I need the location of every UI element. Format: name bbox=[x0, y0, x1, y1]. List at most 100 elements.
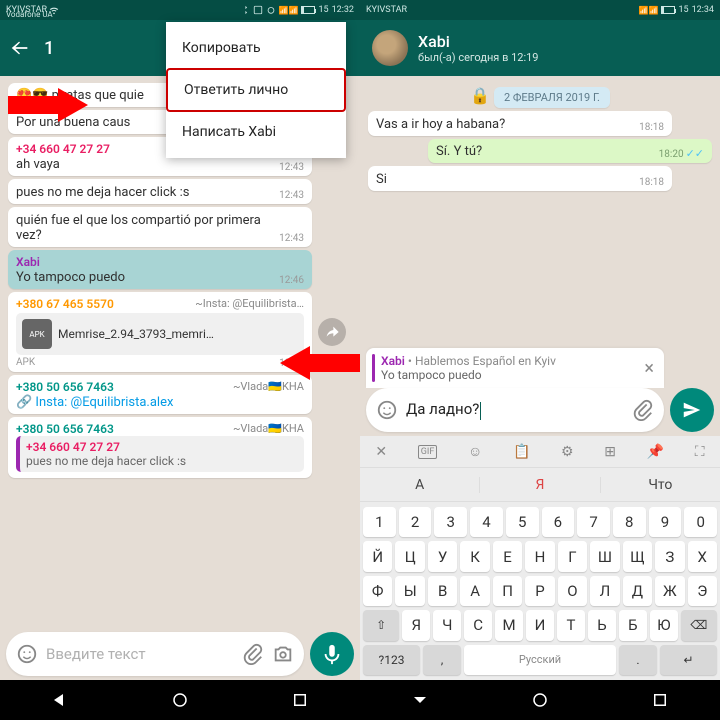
kb-close-icon[interactable]: ✕ bbox=[375, 444, 387, 460]
key[interactable]: Ч bbox=[433, 610, 461, 640]
message-bubble[interactable]: +380 50 656 7463~Vlada🇺🇦KHA +34 660 47 2… bbox=[8, 417, 312, 478]
key[interactable]: Ы bbox=[395, 576, 424, 606]
kb-sticker-icon[interactable]: ☺ bbox=[468, 443, 482, 460]
key[interactable]: 2 bbox=[399, 507, 432, 537]
key[interactable]: Т bbox=[557, 610, 585, 640]
key[interactable]: З bbox=[655, 541, 684, 571]
emoji-icon[interactable] bbox=[16, 643, 38, 665]
file-attachment[interactable]: APK Memrise_2.94_3793_memri… bbox=[16, 313, 304, 355]
chat-header[interactable]: Xabi был(-а) сегодня в 12:19 bbox=[360, 20, 720, 76]
message-bubble[interactable]: +380 67 465 5570~Insta: @Equilibrista… A… bbox=[8, 292, 312, 372]
message-input[interactable]: Да ладно? bbox=[366, 388, 664, 432]
key[interactable]: 7 bbox=[577, 507, 610, 537]
camera-icon[interactable] bbox=[272, 643, 294, 665]
key[interactable]: У bbox=[428, 541, 457, 571]
menu-reply-private[interactable]: Ответить лично bbox=[166, 68, 346, 112]
nav-back[interactable] bbox=[50, 690, 70, 710]
mic-button[interactable] bbox=[310, 632, 354, 676]
key[interactable]: 8 bbox=[613, 507, 646, 537]
key[interactable]: Й bbox=[363, 541, 392, 571]
key[interactable]: 3 bbox=[434, 507, 467, 537]
menu-write-to[interactable]: Написать Xabi bbox=[166, 112, 346, 152]
key[interactable]: С bbox=[464, 610, 492, 640]
backspace-key[interactable]: ⌫ bbox=[681, 610, 717, 640]
avatar[interactable] bbox=[372, 30, 408, 66]
key[interactable]: Ш bbox=[590, 541, 619, 571]
key[interactable]: Ь bbox=[588, 610, 616, 640]
message-bubble[interactable]: +380 50 656 7463~Vlada🇺🇦KHA 🔗 Insta: @Eq… bbox=[8, 375, 312, 414]
key[interactable]: Е bbox=[493, 541, 522, 571]
key[interactable]: Ю bbox=[650, 610, 678, 640]
period-key[interactable]: . bbox=[619, 645, 657, 675]
nav-home[interactable] bbox=[530, 690, 550, 710]
key[interactable]: 4 bbox=[470, 507, 503, 537]
key[interactable]: Н bbox=[525, 541, 554, 571]
suggestion[interactable]: Я bbox=[480, 477, 600, 493]
symbols-key[interactable]: ?123 bbox=[363, 645, 420, 675]
nav-home[interactable] bbox=[170, 690, 190, 710]
attach-icon[interactable] bbox=[632, 399, 654, 421]
forward-button[interactable] bbox=[318, 318, 346, 346]
send-button[interactable] bbox=[670, 388, 714, 432]
key[interactable]: К bbox=[460, 541, 489, 571]
key[interactable]: Э bbox=[688, 576, 717, 606]
key[interactable]: В bbox=[428, 576, 457, 606]
key[interactable]: Д bbox=[623, 576, 652, 606]
message-bubble[interactable]: Si 18:18 bbox=[368, 166, 672, 191]
comma-key[interactable]: , bbox=[423, 645, 461, 675]
key[interactable]: О bbox=[558, 576, 587, 606]
kb-pin-icon[interactable]: 📌 bbox=[647, 444, 664, 460]
key[interactable]: Я bbox=[402, 610, 430, 640]
message-sender: Xabi bbox=[16, 255, 304, 269]
kb-expand-icon[interactable]: ⛶ bbox=[695, 444, 705, 460]
key[interactable]: Р bbox=[525, 576, 554, 606]
key[interactable]: 9 bbox=[649, 507, 682, 537]
kb-gif-icon[interactable]: GIF bbox=[418, 445, 438, 459]
message-input[interactable]: Введите текст bbox=[6, 632, 304, 676]
key[interactable]: 0 bbox=[684, 507, 717, 537]
nav-recent[interactable] bbox=[650, 690, 670, 710]
key[interactable]: И bbox=[526, 610, 554, 640]
key[interactable]: Ц bbox=[395, 541, 424, 571]
message-bubble[interactable]: Vas a ir hoy a habana? 18:18 bbox=[368, 111, 672, 136]
message-bubble[interactable]: quién fue el que los compartió por prime… bbox=[8, 207, 312, 247]
message-tag: ~Vlada🇺🇦KHA bbox=[233, 422, 304, 436]
shift-key[interactable]: ⇧ bbox=[363, 610, 399, 640]
message-time: 12:46 bbox=[279, 275, 304, 286]
key[interactable]: Щ bbox=[623, 541, 652, 571]
key[interactable]: 1 bbox=[363, 507, 396, 537]
message-bubble[interactable]: pues no me deja hacer click :s 12:43 bbox=[8, 179, 312, 204]
chat-area[interactable]: 🔒 2 ФЕВРАЛЯ 2019 Г. Vas a ir hoy a haban… bbox=[360, 76, 720, 336]
message-sender: +380 50 656 7463 bbox=[16, 422, 114, 436]
kb-clipboard-icon[interactable]: 📋 bbox=[513, 444, 530, 460]
date-chip: 🔒 2 ФЕВРАЛЯ 2019 Г. bbox=[368, 86, 712, 105]
key[interactable]: П bbox=[493, 576, 522, 606]
suggestion[interactable]: Что bbox=[601, 477, 720, 493]
suggestion[interactable]: А bbox=[360, 477, 480, 493]
key[interactable]: 5 bbox=[506, 507, 539, 537]
keyboard[interactable]: ✕ GIF ☺ 📋 ⚙ ⊞ 📌 ⛶ А Я Что 1234567890 ЙЦУ… bbox=[360, 436, 720, 680]
carrier-sub: Vodafone UA bbox=[6, 10, 53, 19]
key[interactable]: Г bbox=[558, 541, 587, 571]
message-bubble-out[interactable]: Sí. Y tú? 18:20✓✓ bbox=[428, 139, 712, 163]
key[interactable]: Х bbox=[688, 541, 717, 571]
space-key[interactable]: Русский bbox=[464, 645, 616, 675]
key[interactable]: Л bbox=[590, 576, 619, 606]
nav-recent[interactable] bbox=[290, 690, 310, 710]
menu-copy[interactable]: Копировать bbox=[166, 28, 346, 68]
nav-hide-kb[interactable] bbox=[410, 690, 430, 710]
attach-icon[interactable] bbox=[242, 643, 264, 665]
back-button[interactable] bbox=[8, 36, 32, 60]
close-reply-button[interactable]: × bbox=[640, 358, 658, 379]
message-bubble-selected[interactable]: Xabi Yo tampoco puedo 12:46 bbox=[8, 250, 312, 289]
key[interactable]: Ф bbox=[363, 576, 392, 606]
key[interactable]: М bbox=[495, 610, 523, 640]
enter-key[interactable]: ↵ bbox=[660, 645, 717, 675]
kb-layout-icon[interactable]: ⊞ bbox=[604, 444, 616, 460]
key[interactable]: А bbox=[460, 576, 489, 606]
key[interactable]: 6 bbox=[542, 507, 575, 537]
emoji-icon[interactable] bbox=[376, 399, 398, 421]
key[interactable]: Б bbox=[619, 610, 647, 640]
key[interactable]: Ж bbox=[655, 576, 684, 606]
kb-settings-icon[interactable]: ⚙ bbox=[561, 444, 574, 460]
